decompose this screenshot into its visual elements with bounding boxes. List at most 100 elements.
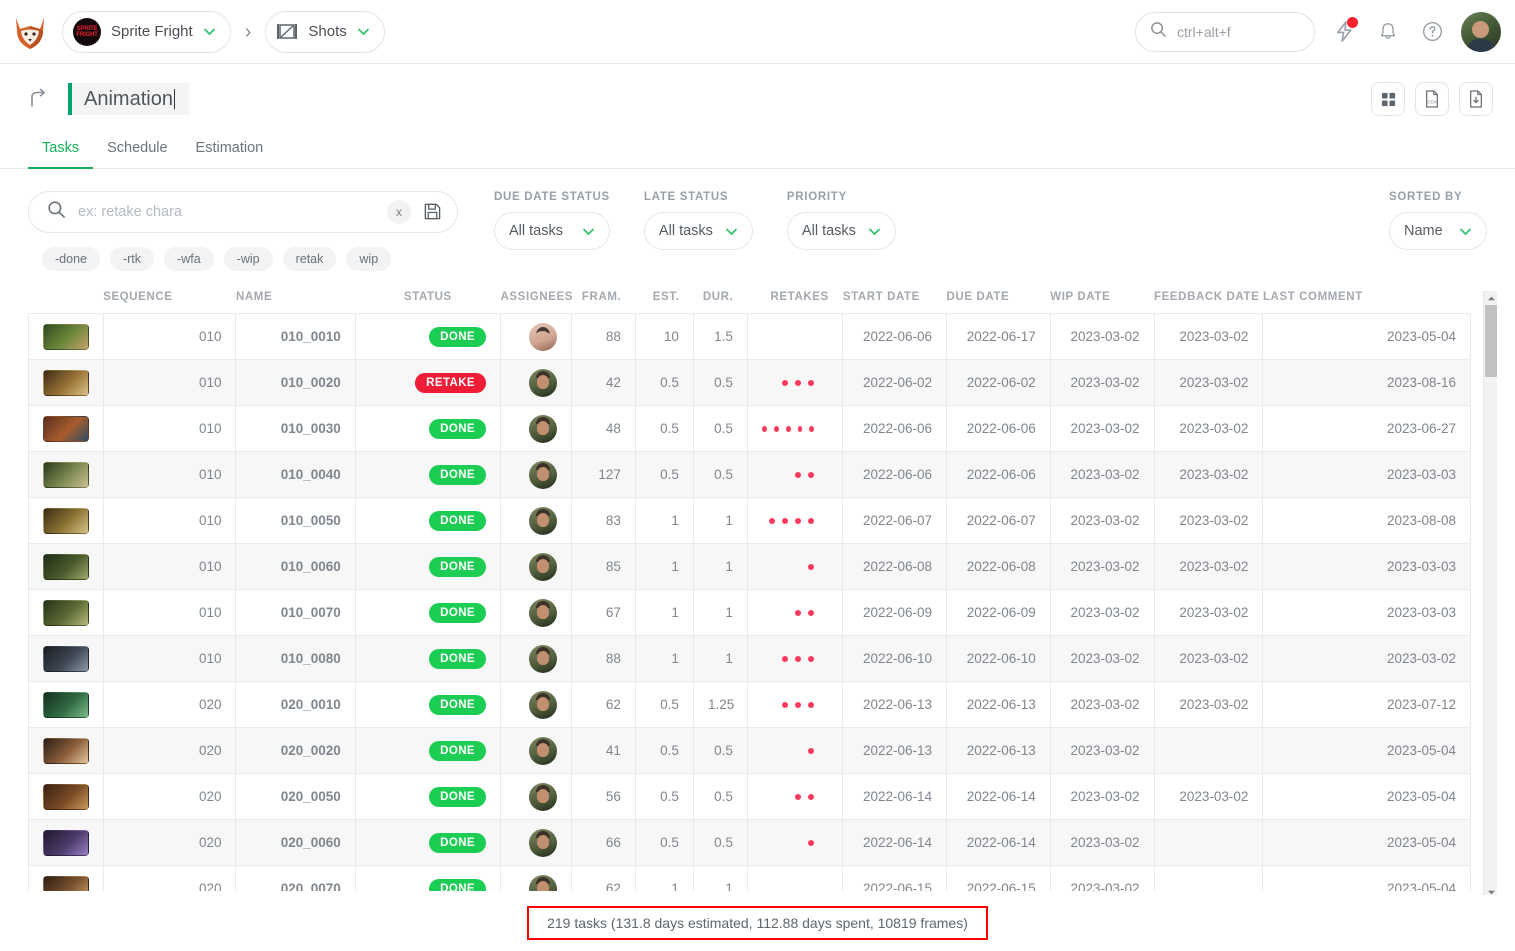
cell-sequence[interactable]: 010 <box>102 451 237 498</box>
row-thumbnail-cell[interactable] <box>28 313 104 360</box>
cell-frames[interactable]: 67 <box>570 589 636 636</box>
cell-assignee[interactable] <box>500 313 572 360</box>
assignee-avatar[interactable] <box>528 782 557 811</box>
cell-assignee[interactable] <box>500 497 572 544</box>
cell-sequence[interactable]: 020 <box>102 727 237 774</box>
cell-name[interactable]: 010_0020 <box>235 359 356 406</box>
entity-type-selector[interactable]: Shots <box>265 10 385 53</box>
cell-feedback-date[interactable]: 2023-03-02 <box>1153 451 1264 498</box>
cell-sequence[interactable]: 010 <box>102 543 237 590</box>
status-badge[interactable]: DONE <box>429 786 486 807</box>
cell-last-comment[interactable]: 2023-05-04 <box>1262 773 1471 820</box>
vertical-scrollbar[interactable] <box>1483 291 1497 899</box>
cell-estimation[interactable]: 1 <box>634 543 694 590</box>
row-thumbnail-cell[interactable] <box>28 635 104 682</box>
assignee-avatar[interactable] <box>528 414 557 443</box>
assignee-avatar[interactable] <box>528 690 557 719</box>
cell-frames[interactable]: 56 <box>570 773 636 820</box>
cell-name[interactable]: 010_0050 <box>235 497 356 544</box>
col-duration[interactable]: DUR. <box>693 291 747 314</box>
cell-frames[interactable]: 88 <box>570 313 636 360</box>
shot-thumbnail[interactable] <box>43 645 89 672</box>
status-badge[interactable]: DONE <box>429 740 486 761</box>
shot-thumbnail[interactable] <box>43 507 89 534</box>
cell-frames[interactable]: 48 <box>570 405 636 452</box>
col-feedback-date[interactable]: FEEDBACK DATE <box>1154 291 1263 314</box>
cell-feedback-date[interactable]: 2023-03-02 <box>1153 773 1264 820</box>
cell-feedback-date[interactable]: 2023-03-02 <box>1153 359 1264 406</box>
cell-start-date[interactable]: 2022-06-07 <box>842 497 948 544</box>
cell-due-date[interactable]: 2022-06-02 <box>946 359 1051 406</box>
cell-due-date[interactable]: 2022-06-10 <box>946 635 1051 682</box>
cell-frames[interactable]: 88 <box>570 635 636 682</box>
cell-last-comment[interactable]: 2023-03-02 <box>1262 635 1471 682</box>
status-badge[interactable]: DONE <box>429 326 486 347</box>
assignee-avatar[interactable] <box>528 874 557 891</box>
cell-feedback-date[interactable]: 2023-03-02 <box>1153 589 1264 636</box>
status-badge[interactable]: DONE <box>429 510 486 531</box>
cell-last-comment[interactable]: 2023-08-08 <box>1262 497 1471 544</box>
clear-search-button[interactable]: x <box>387 200 411 224</box>
table-row[interactable]: 010 010_0080 DONE 88 1 1 2022-06-10 2022-06-10 2… <box>28 635 1471 682</box>
save-disk-icon[interactable] <box>423 202 443 222</box>
shot-thumbnail[interactable] <box>43 599 89 626</box>
cell-start-date[interactable]: 2022-06-08 <box>842 543 948 590</box>
cell-last-comment[interactable]: 2023-03-03 <box>1262 451 1471 498</box>
cell-duration[interactable]: 0.5 <box>692 451 748 498</box>
row-thumbnail-cell[interactable] <box>28 773 104 820</box>
cell-name[interactable]: 010_0070 <box>235 589 356 636</box>
cell-status[interactable]: DONE <box>354 773 502 820</box>
cell-retakes[interactable] <box>746 681 844 728</box>
cell-feedback-date[interactable] <box>1153 727 1264 774</box>
cell-name[interactable]: 020_0020 <box>235 727 356 774</box>
cell-duration[interactable]: 1 <box>692 543 748 590</box>
col-name[interactable]: NAME <box>236 291 355 314</box>
cell-name[interactable]: 020_0070 <box>235 865 356 891</box>
filter-chip[interactable]: -wfa <box>164 247 214 271</box>
cell-start-date[interactable]: 2022-06-02 <box>842 359 948 406</box>
assignee-avatar[interactable] <box>528 368 557 397</box>
cell-start-date[interactable]: 2022-06-13 <box>842 681 948 728</box>
cell-retakes[interactable] <box>746 543 844 590</box>
cell-duration[interactable]: 1.5 <box>692 313 748 360</box>
table-row[interactable]: 010 010_0030 DONE 48 0.5 0.5 2022-06-06 2022-06… <box>28 405 1471 452</box>
tab-estimation[interactable]: Estimation <box>182 132 278 169</box>
status-badge[interactable]: DONE <box>429 694 486 715</box>
cell-due-date[interactable]: 2022-06-17 <box>946 313 1051 360</box>
cell-last-comment[interactable]: 2023-03-03 <box>1262 589 1471 636</box>
cell-start-date[interactable]: 2022-06-06 <box>842 313 948 360</box>
bell-icon[interactable] <box>1373 17 1403 47</box>
cell-due-date[interactable]: 2022-06-14 <box>946 773 1051 820</box>
col-due-date[interactable]: DUE DATE <box>947 291 1051 314</box>
cell-retakes[interactable] <box>746 589 844 636</box>
cell-status[interactable]: DONE <box>354 589 502 636</box>
cell-sequence[interactable]: 010 <box>102 589 237 636</box>
cell-due-date[interactable]: 2022-06-07 <box>946 497 1051 544</box>
cell-status[interactable]: DONE <box>354 313 502 360</box>
page-title-field[interactable]: Animation <box>72 83 189 115</box>
cell-duration[interactable]: 1 <box>692 865 748 891</box>
cell-retakes[interactable] <box>746 405 844 452</box>
cell-due-date[interactable]: 2022-06-13 <box>946 681 1051 728</box>
table-row[interactable]: 010 010_0050 DONE 83 1 1 2022-06-07 2022-06-07 2… <box>28 497 1471 544</box>
assignee-avatar[interactable] <box>528 644 557 673</box>
shot-thumbnail[interactable] <box>43 737 89 764</box>
cell-sequence[interactable]: 020 <box>102 681 237 728</box>
cell-wip-date[interactable]: 2023-03-02 <box>1049 543 1155 590</box>
cell-feedback-date[interactable]: 2023-03-02 <box>1153 405 1264 452</box>
cell-status[interactable]: DONE <box>354 727 502 774</box>
cell-feedback-date[interactable]: 2023-03-02 <box>1153 635 1264 682</box>
assignee-avatar[interactable] <box>528 552 557 581</box>
filter-chip[interactable]: wip <box>346 247 392 271</box>
cell-wip-date[interactable]: 2023-03-02 <box>1049 727 1155 774</box>
cell-assignee[interactable] <box>500 589 572 636</box>
assignee-avatar[interactable] <box>528 828 557 857</box>
cell-retakes[interactable] <box>746 497 844 544</box>
cell-status[interactable]: DONE <box>354 681 502 728</box>
col-wip-date[interactable]: WIP DATE <box>1050 291 1154 314</box>
cell-wip-date[interactable]: 2023-03-02 <box>1049 359 1155 406</box>
cell-estimation[interactable]: 0.5 <box>634 819 694 866</box>
filter-chip[interactable]: -rtk <box>109 247 155 271</box>
shot-thumbnail[interactable] <box>43 829 89 856</box>
cell-start-date[interactable]: 2022-06-06 <box>842 405 948 452</box>
